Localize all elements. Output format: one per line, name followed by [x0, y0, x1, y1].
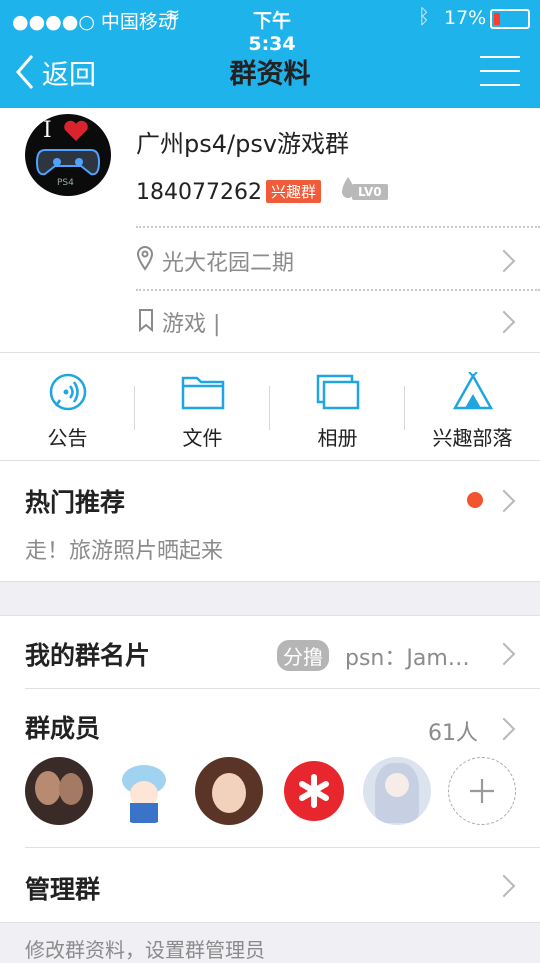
member-avatar[interactable] [363, 757, 431, 825]
avatar-letter: I [43, 118, 52, 143]
location-row[interactable]: 光大花园二期 [134, 235, 540, 287]
recommend-title: 热门推荐 [25, 488, 126, 517]
location-text: 光大花园二期 [162, 251, 295, 276]
folder-icon [181, 376, 224, 410]
divider [136, 289, 540, 291]
chevron-right-icon [492, 249, 516, 273]
tent-icon [452, 371, 493, 410]
divider [0, 581, 540, 582]
manage-title: 管理群 [25, 875, 101, 904]
manage-hint: 修改群资料，设置群管理员 [25, 938, 265, 962]
chevron-right-icon [492, 642, 516, 666]
recommend-row[interactable]: 热门推荐 走！旅游照片晒起来 [0, 461, 540, 581]
level-badge: LV0 [352, 184, 388, 200]
chevron-right-icon [492, 717, 516, 741]
group-card-title: 我的群名片 [25, 641, 151, 670]
member-avatar[interactable] [25, 757, 93, 825]
category-row[interactable]: 游戏 | [134, 296, 540, 348]
group-id: 184077262 [136, 180, 262, 205]
bluetooth-icon: ᛒ [418, 4, 430, 28]
gamepad-icon [35, 149, 101, 176]
album-label: 相册 [317, 426, 358, 450]
page-title: 群资料 [229, 59, 311, 90]
member-avatar[interactable] [195, 757, 263, 825]
card-tag-badge: 分撸 [277, 640, 329, 671]
chevron-right-icon [492, 310, 516, 334]
divider [136, 226, 540, 228]
wifi-icon: ≋ [165, 5, 181, 26]
album-icon [316, 374, 359, 410]
members-title: 群成员 [25, 714, 101, 743]
member-count: 61人 [428, 721, 478, 746]
member-avatar[interactable] [280, 757, 348, 825]
avatar-brand: PS4 [57, 178, 74, 188]
category-text: 游戏 | [162, 312, 221, 337]
plus-icon [470, 779, 494, 803]
battery-percent: 17% [444, 7, 487, 29]
group-name: 广州ps4/psv游戏群 [136, 130, 350, 158]
group-card-row[interactable]: 我的群名片 分撸 psn：Jam… [0, 616, 540, 688]
location-pin-icon [136, 246, 154, 271]
files-button[interactable]: 文件 [135, 372, 270, 451]
bookmark-icon [139, 309, 153, 332]
menu-button[interactable] [480, 56, 520, 88]
chevron-right-icon [492, 874, 516, 898]
chevron-right-icon [492, 489, 516, 513]
unread-dot [467, 492, 483, 508]
tribe-label: 兴趣部落 [432, 426, 513, 450]
member-avatar[interactable] [110, 757, 178, 825]
tribe-button[interactable]: 兴趣部落 [405, 371, 540, 451]
battery-icon [490, 9, 530, 29]
divider [0, 922, 540, 923]
group-type-badge: 兴趣群 [266, 180, 322, 203]
announcement-button[interactable]: 公告 [0, 372, 135, 451]
album-button[interactable]: 相册 [270, 372, 405, 451]
add-member-button[interactable] [448, 757, 516, 825]
clock: 下午5:34 [248, 10, 296, 55]
heart-icon [64, 120, 88, 141]
status-bar: ●●●●○ 中国移动 ≋ 下午5:34 ᛒ 17% [0, 0, 540, 55]
files-label: 文件 [182, 426, 223, 450]
asterisk-icon [299, 774, 329, 808]
announcement-icon [49, 373, 86, 411]
recommend-subtitle: 走！旅游照片晒起来 [25, 539, 224, 564]
group-avatar[interactable]: I PS4 [25, 114, 111, 196]
announcement-label: 公告 [47, 426, 88, 450]
members-header-row[interactable]: 群成员 61人 [0, 689, 540, 749]
card-value: psn：Jam… [345, 646, 470, 671]
carrier-label: ●●●●○ 中国移动 [12, 11, 177, 33]
manage-group-row[interactable]: 管理群 [0, 848, 540, 922]
